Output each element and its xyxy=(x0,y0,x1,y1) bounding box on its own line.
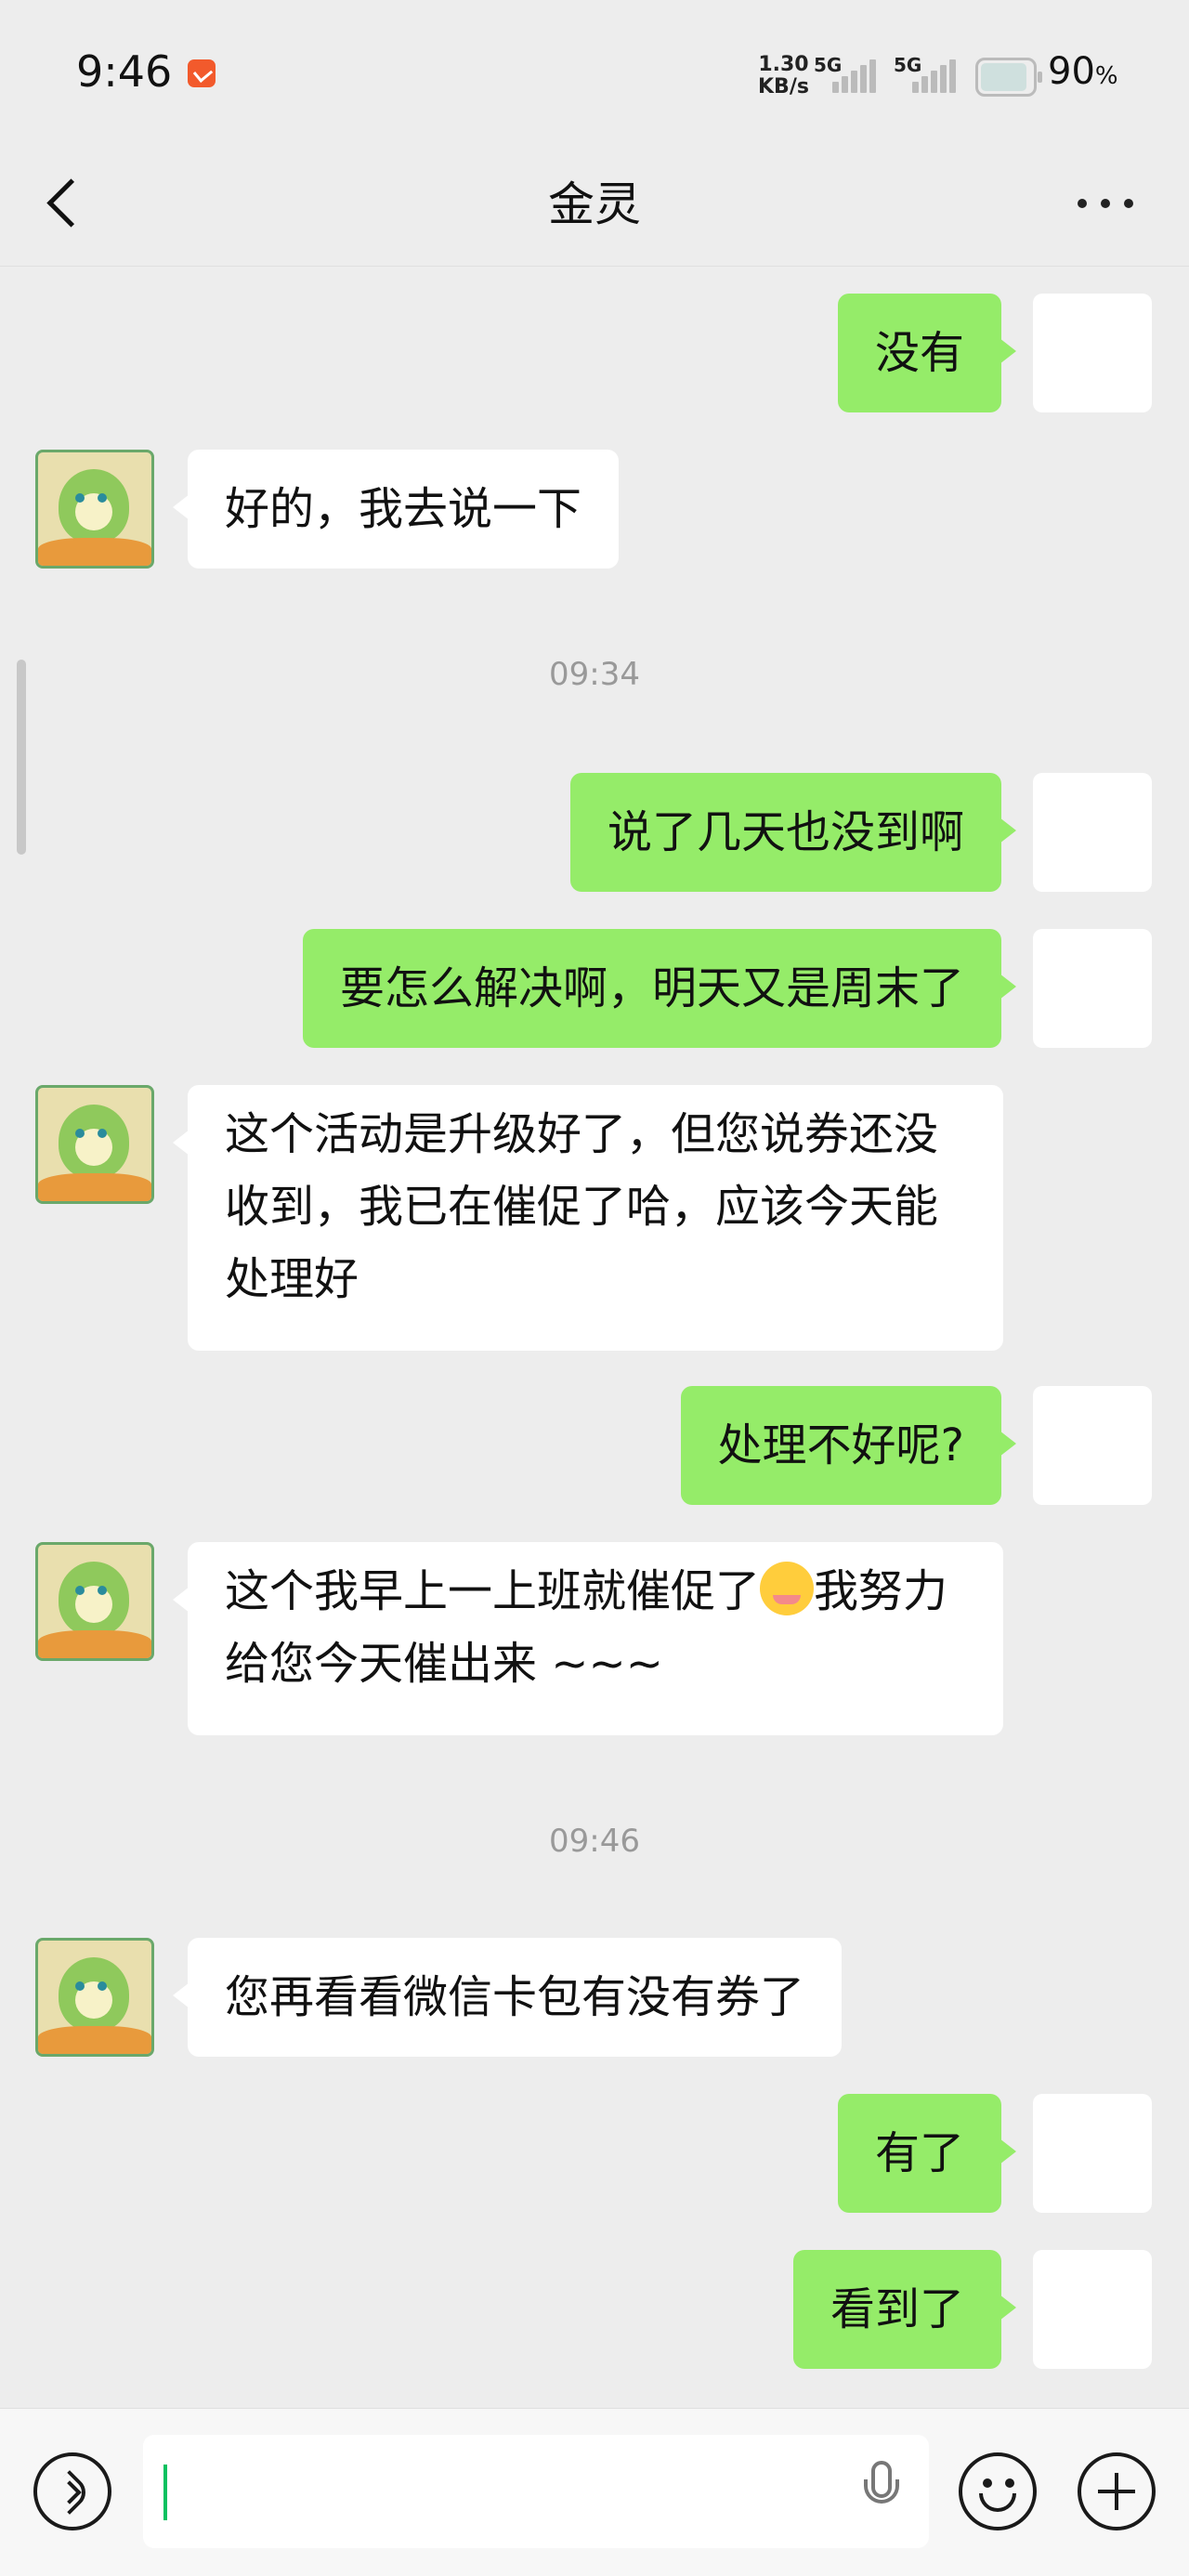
status-time: 9:46 xyxy=(76,46,173,97)
my-avatar[interactable] xyxy=(1033,2250,1152,2369)
message-bubble-sent[interactable]: 有了 xyxy=(837,2094,1017,2213)
network-speed-unit: KB/s xyxy=(758,75,809,98)
message-bubble-sent[interactable]: 没有 xyxy=(837,294,1017,412)
contact-avatar[interactable] xyxy=(35,450,154,569)
signal-icon-2 xyxy=(912,56,964,93)
message-text: 这个我早上一上班就催促了 xyxy=(225,1565,761,1617)
battery-icon xyxy=(975,58,1042,97)
message-bubble-received[interactable]: 这个我早上一上班就催促了 我努力给您今天催出来 ~~~ xyxy=(173,1542,1003,1735)
app-notification-icon xyxy=(188,59,216,87)
message-bubble-sent[interactable]: 说了几天也没到啊 xyxy=(569,773,1017,892)
voice-input-icon[interactable] xyxy=(33,2452,111,2530)
my-avatar[interactable] xyxy=(1033,1386,1152,1505)
smiling-face-emoji-icon xyxy=(760,1562,815,1615)
message-timestamp: 09:46 xyxy=(549,1823,640,1860)
message-timestamp: 09:34 xyxy=(549,656,640,693)
my-avatar[interactable] xyxy=(1033,294,1152,412)
add-attachment-icon[interactable] xyxy=(1078,2452,1156,2530)
chat-header: 金灵 xyxy=(0,139,1189,267)
contact-avatar[interactable] xyxy=(35,1542,154,1661)
contact-avatar[interactable] xyxy=(35,1085,154,1204)
my-avatar[interactable] xyxy=(1033,2094,1152,2213)
message-input[interactable] xyxy=(143,2435,929,2548)
message-bubble-sent[interactable]: 要怎么解决啊，明天又是周末了 xyxy=(302,929,1017,1048)
status-bar: 9:46 1.30 KB/s 5G 5G 90% xyxy=(0,0,1189,139)
message-bubble-sent[interactable]: 处理不好呢? xyxy=(680,1386,1017,1505)
signal-icon xyxy=(832,56,884,93)
network-speed: 1.30 KB/s xyxy=(758,54,809,98)
contact-avatar[interactable] xyxy=(35,1938,154,2057)
message-bubble-sent[interactable]: 看到了 xyxy=(792,2250,1017,2369)
my-avatar[interactable] xyxy=(1033,773,1152,892)
battery-level: 90% xyxy=(1048,50,1118,93)
text-cursor xyxy=(163,2465,167,2520)
more-options-icon[interactable] xyxy=(1068,188,1143,216)
input-bar xyxy=(0,2408,1189,2576)
message-bubble-received[interactable]: 好的，我去说一下 xyxy=(172,450,620,569)
message-bubble-received[interactable]: 您再看看微信卡包有没有券了 xyxy=(172,1938,843,2057)
microphone-icon[interactable] xyxy=(858,2461,905,2526)
my-avatar[interactable] xyxy=(1033,929,1152,1048)
emoji-icon[interactable] xyxy=(959,2452,1037,2530)
chat-title: 金灵 xyxy=(548,177,641,231)
network-speed-value: 1.30 xyxy=(758,53,809,76)
message-bubble-received[interactable]: 这个活动是升级好了，但您说券还没收到，我已在催促了哈，应该今天能处理好 xyxy=(173,1085,1003,1351)
